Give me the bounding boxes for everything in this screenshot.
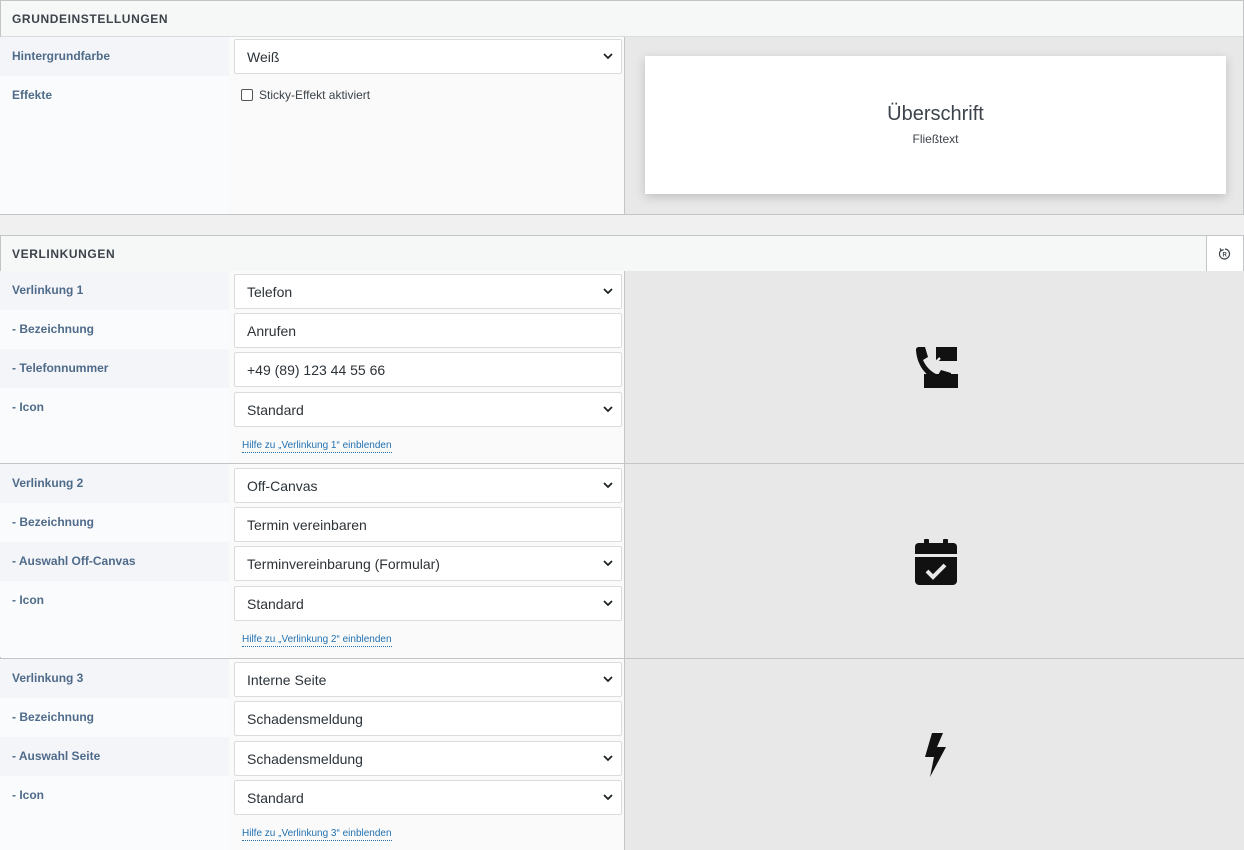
verlinkung-2-auswahl-label: - Auswahl Off-Canvas [0,542,229,581]
hintergrundfarbe-value: Weiß [247,48,280,65]
verlinkung-3-type-select[interactable]: Interne Seite [234,662,622,697]
verlinkung-1-bezeichnung-input[interactable]: Anrufen [234,313,622,348]
verlinkung-2-bezeichnung-input[interactable]: Termin vereinbaren [234,507,622,542]
verlinkung-1-telefonnummer-input[interactable]: +49 (89) 123 44 55 66 [234,352,622,387]
reset-button[interactable]: R [1206,236,1243,271]
select-value: Standard [247,789,304,806]
select-value: Terminvereinbarung (Formular) [247,555,440,572]
verlinkung-2-auswahl-select[interactable]: Terminvereinbarung (Formular) [234,546,622,581]
verlinkung-3-icon-label: - Icon [0,776,229,850]
chevron-down-icon [603,288,613,295]
svg-text:R: R [1223,252,1228,258]
chevron-down-icon [603,794,613,801]
preview-heading: Überschrift [887,103,984,125]
sticky-checkbox[interactable] [241,89,253,101]
verlinkung-3-help-link[interactable]: Hilfe zu „Verlinkung 3“ einblenden [242,828,392,841]
sticky-label: Sticky-Effekt aktiviert [259,88,371,102]
preview-text: Fließtext [912,132,959,146]
hintergrundfarbe-label: Hintergrundfarbe [0,37,229,76]
verlinkung-2-icon-label: - Icon [0,581,229,657]
reset-icon: R [1218,247,1231,260]
verlinkung-2-icon-select[interactable]: Standard [234,586,622,621]
verlinkung-3-bezeichnung-input[interactable]: Schadensmeldung [234,701,622,736]
verlinkung-2-bezeichnung-label: - Bezeichnung [0,503,229,542]
hintergrundfarbe-select[interactable]: Weiß [234,39,622,74]
chevron-down-icon [603,406,613,413]
phone-icon [916,347,958,388]
section-title: GRUNDEINSTELLUNGEN [1,1,1243,37]
verlinkung-2-type-select[interactable]: Off-Canvas [234,468,622,503]
verlinkung-2-label: Verlinkung 2 [0,464,229,503]
verlinkung-1-label: Verlinkung 1 [0,271,229,310]
verlinkung-1-telefonnummer-label: - Telefonnummer [0,349,229,388]
verlinkung-3-auswahl-select[interactable]: Schadensmeldung [234,741,622,776]
select-value: Telefon [247,283,293,300]
verlinkung-1-help-link[interactable]: Hilfe zu „Verlinkung 1“ einblenden [242,440,392,453]
sticky-checkbox-row[interactable]: Sticky-Effekt aktiviert [241,88,370,102]
verlinkung-3-bezeichnung-label: - Bezeichnung [0,698,229,737]
chevron-down-icon [603,482,613,489]
verlinkung-3-icon-select[interactable]: Standard [234,780,622,815]
chevron-down-icon [603,676,613,683]
chevron-down-icon [603,560,613,567]
verlinkung-3-label: Verlinkung 3 [0,659,229,698]
verlinkung-1-icon-label: - Icon [0,388,229,463]
input-value: Anrufen [247,322,297,339]
verlinkung-2-help-link[interactable]: Hilfe zu „Verlinkung 2“ einblenden [242,634,392,647]
verlinkung-1-icon-select[interactable]: Standard [234,392,622,427]
section-title-text: VERLINKUNGEN [12,246,116,261]
section-title: VERLINKUNGEN R [1,236,1243,272]
select-value: Schadensmeldung [247,750,363,767]
verlinkung-3-auswahl-label: - Auswahl Seite [0,737,229,776]
select-value: Off-Canvas [247,477,318,494]
preview-card: Überschrift Fließtext [645,56,1226,194]
chevron-down-icon [603,755,613,762]
verlinkung-1-bezeichnung-label: - Bezeichnung [0,310,229,349]
chevron-down-icon [603,53,613,60]
effekte-label: Effekte [0,76,229,214]
input-value: +49 (89) 123 44 55 66 [247,361,386,378]
input-value: Termin vereinbaren [247,516,367,533]
select-value: Standard [247,401,304,418]
verlinkung-1-type-select[interactable]: Telefon [234,274,622,309]
chevron-down-icon [603,600,613,607]
settings-page: GRUNDEINSTELLUNGEN Hintergrundfarbe Effe… [0,0,1244,850]
input-value: Schadensmeldung [247,710,363,727]
calendar-check-icon [915,539,957,585]
bolt-icon [925,733,946,777]
select-value: Interne Seite [247,671,327,688]
select-value: Standard [247,595,304,612]
